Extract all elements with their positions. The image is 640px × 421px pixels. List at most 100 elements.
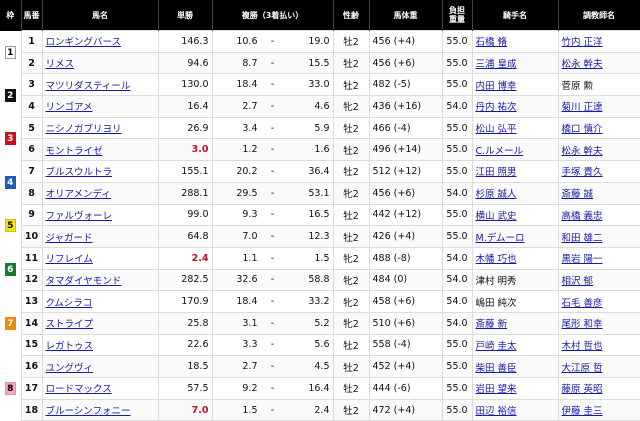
fukusho-odds-cell: 32.6 - 58.8 [211, 268, 334, 292]
tansho-odds: 2.4 [157, 246, 213, 270]
tansho-odds: 146.3 [157, 30, 213, 53]
weight-cell: 496 (+14) [368, 138, 443, 162]
waku-badge: 7 [4, 316, 16, 330]
tansho-odds: 16.4 [157, 95, 213, 118]
fukusho-max: 33.0 [308, 79, 330, 91]
jockey-link[interactable]: 内田 博幸 [476, 81, 517, 92]
horse-name-link[interactable]: モントライゼ [46, 146, 103, 157]
fukusho-odds-cell: 1.2 - 1.6 [211, 138, 334, 162]
trainer-link[interactable]: 手塚 貴久 [562, 167, 603, 178]
fukusho-separator: - [270, 100, 275, 112]
table-row: 17 ロードマックス 57.5 9.2 - 16.4 牡2 444 (-6) 55.0 岩田… [0, 377, 640, 400]
umaban-cell: 6 [20, 138, 43, 162]
race-results-table: 枠 馬番 馬名 単勝 複勝（3着払い） 性齢 馬体重 負担 重量 騎手名 調教師… [0, 0, 640, 421]
horse-name-link[interactable]: ブルーシンフォニー [46, 406, 131, 417]
horse-name-link[interactable]: ロンギングバース [46, 37, 122, 48]
umaban-cell: 18 [20, 398, 43, 421]
horse-name-link[interactable]: オリアメンディ [46, 189, 111, 200]
trainer-link[interactable]: 尾形 和幸 [562, 319, 603, 330]
horse-name-link[interactable]: マツリダスティール [46, 81, 131, 92]
fukusho-max: 1.6 [314, 144, 330, 156]
table-row: 1 1 ロンギングバース 146.3 10.6 - 19.0 牡2 456 (+4) 55.… [0, 30, 640, 74]
trainer-link[interactable]: 松永 幹夫 [562, 59, 603, 70]
trainer-link[interactable]: 伊藤 圭三 [562, 406, 603, 417]
horse-name-link[interactable]: リフレイム [46, 254, 93, 265]
horse-name-link[interactable]: ファルヴォーレ [46, 211, 113, 222]
jockey-link[interactable]: 三浦 皇成 [476, 59, 517, 70]
tansho-odds: 282.5 [157, 268, 213, 292]
trainer-link[interactable]: 大江原 哲 [562, 363, 603, 374]
weight-cell: 482 (-5) [368, 73, 443, 97]
umaban-cell: 5 [20, 116, 43, 140]
table-row: 8 オリアメンディ 288.1 29.5 - 53.1 牝2 456 (+6) 54.0 杉… [0, 181, 640, 205]
fukusho-max: 5.2 [314, 317, 330, 329]
fukusho-separator: - [270, 382, 275, 394]
trainer-name: 菅原 勲 [557, 73, 640, 97]
weight-cell: 452 (+4) [368, 355, 443, 378]
weight-cell: 456 (+4) [368, 30, 443, 53]
weight-cell: 466 (-4) [368, 116, 443, 140]
burden-cell: 55.0 [441, 116, 473, 140]
header-horse: 馬名 [42, 0, 159, 31]
umaban-cell: 12 [20, 268, 43, 292]
trainer-link[interactable]: 黒岩 陽一 [562, 254, 603, 265]
seirei-cell: 牝2 [332, 290, 370, 313]
jockey-link[interactable]: 柴田 善臣 [476, 363, 517, 374]
jockey-link[interactable]: 丹内 祐次 [476, 102, 517, 113]
trainer-link[interactable]: 木村 哲也 [562, 341, 603, 352]
trainer-link[interactable]: 相沢 郁 [562, 276, 594, 287]
trainer-link[interactable]: 斎藤 誠 [562, 189, 594, 200]
horse-name-link[interactable]: クムシラコ [46, 298, 93, 309]
trainer-link[interactable]: 石毛 善彦 [562, 298, 603, 309]
horse-name-link[interactable]: ジャガード [46, 233, 93, 244]
horse-name-link[interactable]: リメス [46, 59, 75, 70]
waku-badge: 2 [4, 89, 16, 103]
jockey-link[interactable]: 横山 武史 [476, 211, 517, 222]
table-row: 7 13 クムシラコ 170.9 18.4 - 33.2 牝2 458 (+6) 54.0 嶋… [0, 290, 640, 356]
fukusho-min: 32.6 [236, 274, 258, 286]
jockey-link[interactable]: 戸崎 圭太 [476, 341, 517, 352]
horse-name-link[interactable]: ユングヴィ [46, 363, 94, 374]
tansho-odds: 18.5 [157, 355, 213, 378]
jockey-link[interactable]: M.デムーロ [476, 233, 525, 244]
jockey-link[interactable]: 松山 弘平 [476, 124, 517, 135]
trainer-link[interactable]: 和田 雄二 [562, 233, 603, 244]
seirei-cell: 牡2 [332, 116, 370, 140]
tansho-odds: 130.0 [157, 73, 213, 97]
jockey-link[interactable]: 木幡 巧也 [476, 254, 517, 265]
fukusho-min: 9.2 [242, 382, 258, 394]
horse-name-link[interactable]: ストライプ [46, 319, 94, 330]
fukusho-min: 9.3 [242, 209, 258, 221]
fukusho-odds-cell: 8.7 - 15.5 [211, 51, 334, 75]
umaban-cell: 3 [20, 73, 43, 97]
seirei-cell: 牡2 [332, 355, 370, 378]
jockey-link[interactable]: 江田 照男 [476, 167, 517, 178]
table-row: 15 レガトゥス 22.6 3.3 - 5.6 牡2 558 (-4) 55.0 戸崎 圭太… [0, 333, 640, 357]
horse-name-link[interactable]: ブルスウルトラ [46, 167, 113, 178]
trainer-link[interactable]: 松永 幹夫 [562, 146, 603, 157]
jockey-link[interactable]: 田辺 裕信 [476, 406, 517, 417]
trainer-link[interactable]: 竹内 正洋 [562, 37, 603, 48]
trainer-link[interactable]: 橋口 慎介 [562, 124, 603, 135]
jockey-link[interactable]: C.ルメール [476, 146, 524, 157]
table-header-row: 枠 馬番 馬名 単勝 複勝（3着払い） 性齢 馬体重 負担 重量 騎手名 調教師… [0, 0, 640, 31]
horse-name-link[interactable]: レガトゥス [46, 341, 94, 352]
weight-cell: 488 (-8) [368, 246, 443, 270]
jockey-link[interactable]: 斎藤 新 [476, 319, 508, 330]
horse-name-link[interactable]: ニシノガブリヨリ [46, 124, 122, 135]
fukusho-odds-cell: 1.1 - 1.5 [211, 246, 334, 270]
fukusho-separator: - [270, 404, 275, 416]
jockey-link[interactable]: 杉原 誠人 [476, 189, 517, 200]
horse-name-link[interactable]: タマダイヤモンド [46, 276, 122, 287]
tansho-odds: 99.0 [157, 203, 213, 227]
jockey-link[interactable]: 岩田 望来 [476, 384, 517, 395]
weight-cell: 458 (+6) [368, 290, 443, 313]
seirei-cell: 牝2 [332, 268, 370, 292]
horse-name-link[interactable]: リンゴアメ [46, 102, 93, 113]
trainer-link[interactable]: 藤原 英昭 [562, 384, 603, 395]
jockey-link[interactable]: 石橋 脩 [476, 37, 508, 48]
trainer-link[interactable]: 高橋 義忠 [562, 211, 603, 222]
horse-name-link[interactable]: ロードマックス [46, 384, 112, 395]
trainer-link[interactable]: 菊川 正達 [562, 102, 603, 113]
fukusho-separator: - [270, 122, 275, 134]
